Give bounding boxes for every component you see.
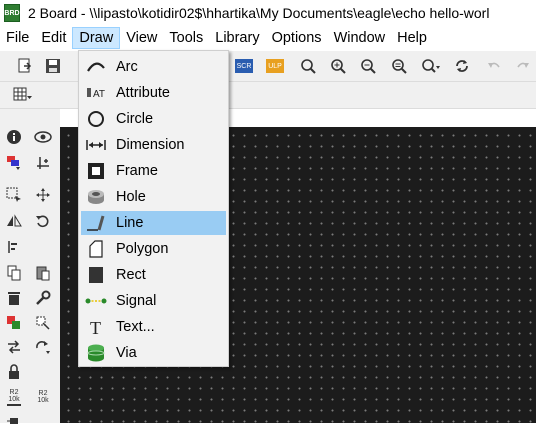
menu-item-arc[interactable]: Arc	[81, 55, 226, 79]
frame-icon	[85, 161, 107, 181]
zoom-select-icon[interactable]	[420, 55, 442, 77]
signal-icon	[85, 291, 107, 311]
svg-text:AT: AT	[93, 89, 105, 100]
open-icon[interactable]	[14, 55, 36, 77]
menu-item-circle[interactable]: Circle	[81, 107, 226, 131]
replace-icon[interactable]	[3, 312, 25, 334]
zoom-fit-icon[interactable]	[297, 55, 319, 77]
zoom-out-icon[interactable]	[357, 55, 379, 77]
menu-edit[interactable]: Edit	[35, 27, 72, 49]
via-icon	[85, 343, 107, 363]
menu-item-label: Dimension	[116, 137, 185, 153]
mark-icon[interactable]	[32, 152, 54, 174]
menu-item-dimension[interactable]: Dimension	[81, 133, 226, 157]
menu-item-label: Attribute	[116, 85, 170, 101]
display-layers-icon[interactable]	[3, 152, 25, 174]
hole-icon	[85, 187, 107, 207]
circle-icon	[85, 109, 107, 129]
show-icon[interactable]	[32, 126, 54, 148]
undo-icon[interactable]	[483, 55, 505, 77]
menu-file[interactable]: File	[0, 27, 35, 49]
value-label: R2 10k	[8, 388, 20, 403]
menu-item-frame[interactable]: Frame	[81, 159, 226, 183]
redo-icon[interactable]	[512, 55, 534, 77]
line-icon	[85, 213, 107, 233]
zoom-last-icon[interactable]	[388, 55, 410, 77]
paste-icon[interactable]	[32, 262, 54, 284]
group-icon[interactable]	[3, 184, 25, 206]
swap-icon[interactable]	[3, 336, 25, 358]
menu-view[interactable]: View	[120, 27, 163, 49]
menu-help[interactable]: Help	[391, 27, 433, 49]
menu-library[interactable]: Library	[209, 27, 265, 49]
svg-text:T: T	[90, 318, 101, 336]
ulp-button[interactable]: ULP	[264, 55, 286, 77]
menu-item-label: Arc	[116, 59, 138, 75]
info-icon[interactable]	[3, 126, 25, 148]
grid-icon[interactable]	[12, 84, 34, 106]
menu-item-label: Signal	[116, 293, 157, 309]
menu-item-label: Text...	[116, 319, 155, 335]
menu-item-label: Via	[116, 345, 137, 361]
title-bar: BRD 2 Board - \\lipasto\kotidir02$\hhart…	[0, 0, 536, 26]
lock-icon[interactable]	[3, 361, 25, 383]
redraw-icon[interactable]	[451, 55, 473, 77]
menu-window[interactable]: Window	[328, 27, 392, 49]
align-icon[interactable]	[3, 236, 25, 258]
dimension-icon	[85, 135, 107, 155]
text-icon: T	[85, 317, 107, 337]
menu-item-label: Hole	[116, 189, 146, 205]
menu-item-via[interactable]: Via	[81, 341, 226, 365]
menu-item-label: Circle	[116, 111, 154, 127]
menu-item-attribute[interactable]: AT Attribute	[81, 81, 226, 105]
save-icon[interactable]	[42, 55, 64, 77]
value-button[interactable]: R2 10k	[3, 386, 25, 408]
ulp-label: ULP	[266, 59, 284, 73]
menu-item-line[interactable]: Line	[81, 211, 226, 235]
split-icon[interactable]	[32, 312, 54, 334]
rotate-icon[interactable]	[32, 210, 54, 232]
menu-options[interactable]: Options	[266, 27, 328, 49]
move-icon[interactable]	[32, 184, 54, 206]
window-title: 2 Board - \\lipasto\kotidir02$\hhartika\…	[28, 5, 490, 21]
add-part-icon[interactable]	[3, 409, 25, 431]
menu-draw[interactable]: Draw	[72, 27, 121, 49]
change-icon[interactable]	[32, 287, 54, 309]
menu-item-text[interactable]: T Text...	[81, 315, 226, 339]
optimize-icon[interactable]	[32, 336, 54, 358]
polygon-icon	[85, 239, 107, 259]
menu-item-signal[interactable]: Signal	[81, 289, 226, 313]
attribute-icon: AT	[85, 83, 107, 103]
name-label: R2 10k	[37, 390, 49, 404]
menu-item-rect[interactable]: Rect	[81, 263, 226, 287]
draw-menu-dropdown: Arc AT Attribute Circle Dimension Frame …	[78, 50, 229, 367]
arc-icon	[85, 57, 107, 77]
board-app-icon: BRD	[4, 4, 20, 22]
copy-icon[interactable]	[3, 262, 25, 284]
menu-bar: File Edit Draw View Tools Library Option…	[0, 26, 536, 50]
rect-icon	[85, 265, 107, 285]
script-button[interactable]: SCR	[233, 55, 255, 77]
menu-tools[interactable]: Tools	[163, 27, 209, 49]
mirror-icon[interactable]	[3, 210, 25, 232]
script-label: SCR	[235, 59, 253, 73]
delete-icon[interactable]	[3, 287, 25, 309]
name-button[interactable]: R2 10k	[32, 386, 54, 408]
zoom-in-icon[interactable]	[327, 55, 349, 77]
command-toolbar: R2 10k R2 10k	[0, 109, 60, 424]
menu-item-label: Line	[116, 215, 144, 231]
menu-item-hole[interactable]: Hole	[81, 185, 226, 209]
menu-item-label: Rect	[116, 267, 146, 283]
menu-item-polygon[interactable]: Polygon	[81, 237, 226, 261]
menu-item-label: Frame	[116, 163, 158, 179]
menu-item-label: Polygon	[116, 241, 169, 257]
